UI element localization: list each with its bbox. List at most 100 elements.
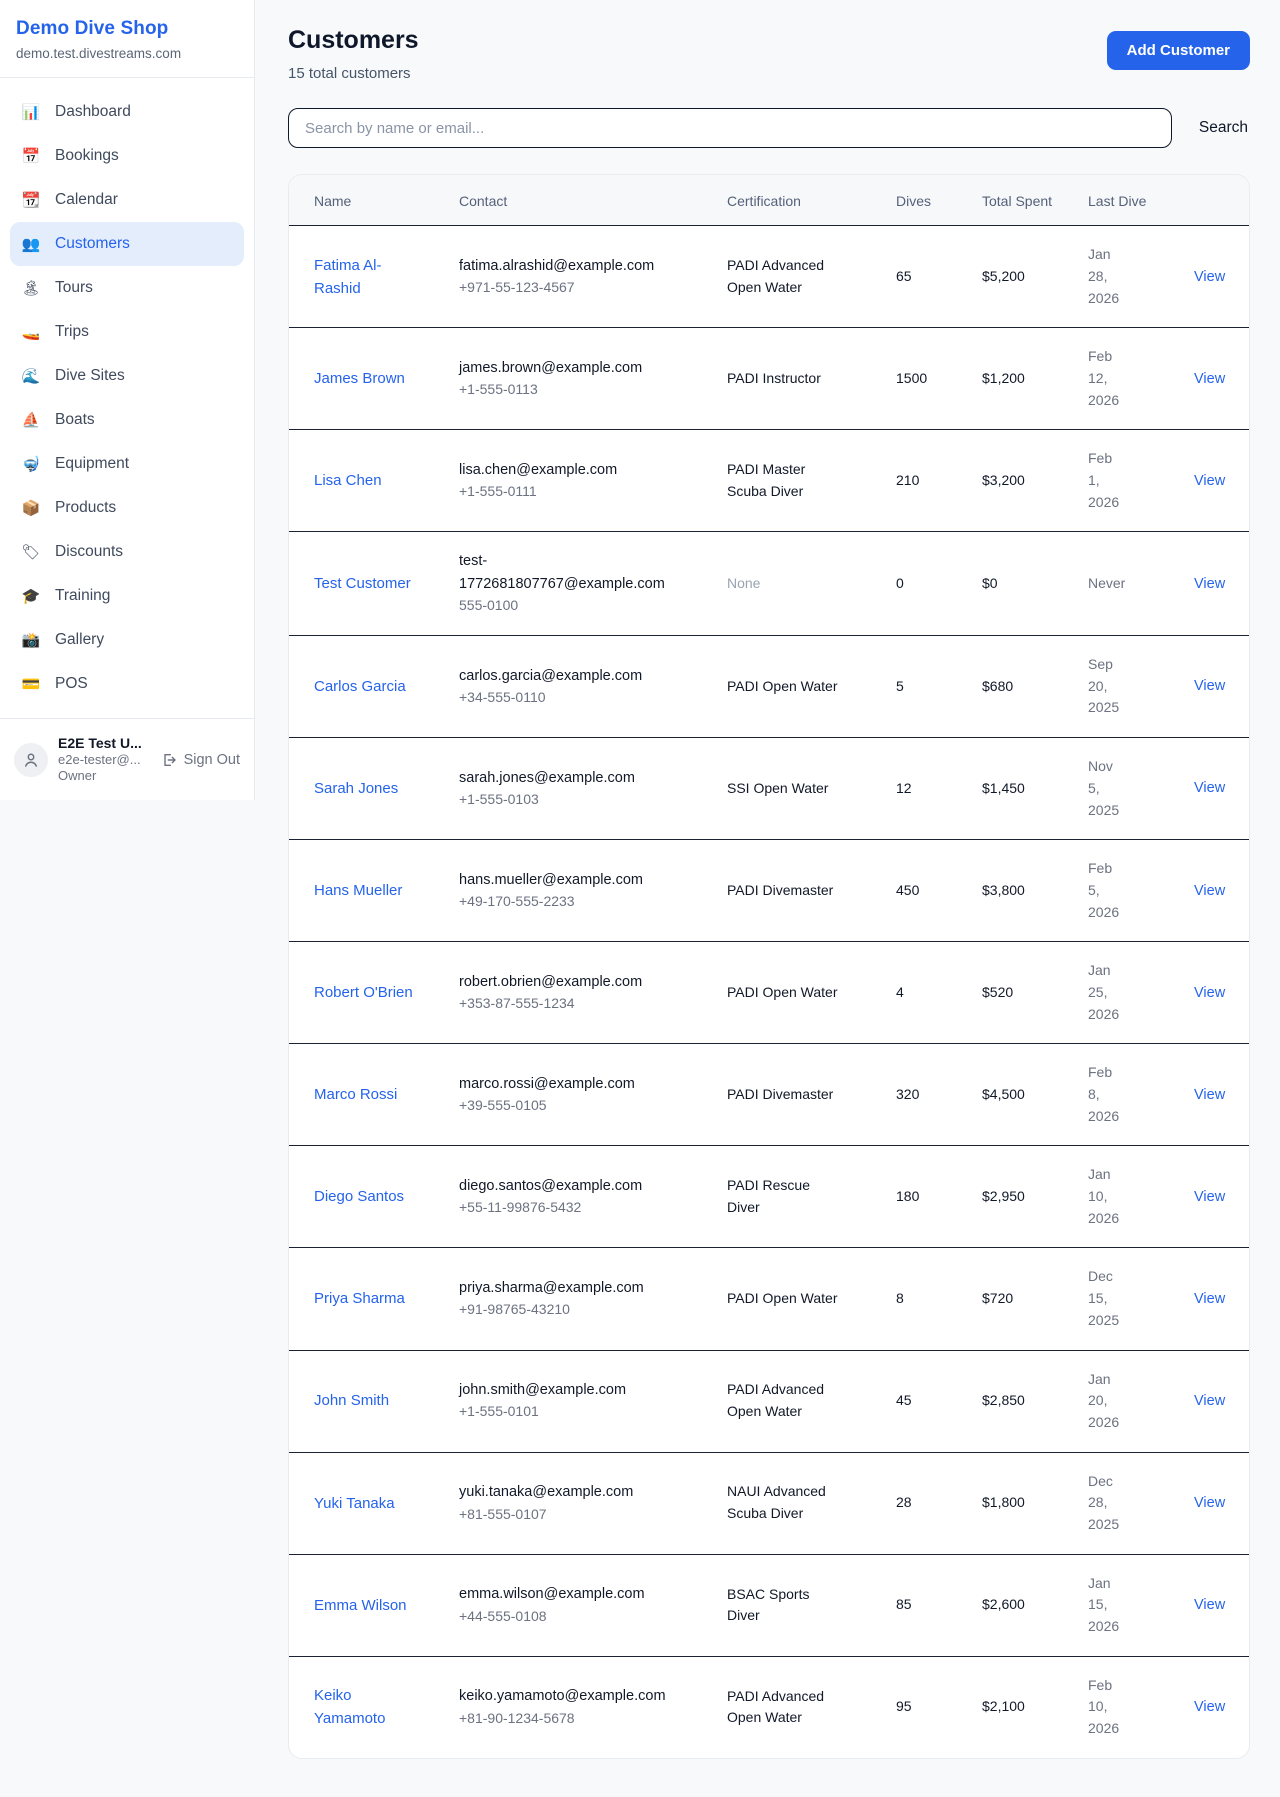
customer-total-spent: $2,100 <box>957 1678 1063 1736</box>
customer-last-dive: Jan 15, 2026 <box>1063 1555 1135 1656</box>
customer-phone: +49-170-555-2233 <box>459 891 694 913</box>
column-header-last-dive: Last Dive <box>1063 175 1169 225</box>
view-link[interactable]: View <box>1194 576 1225 592</box>
view-link[interactable]: View <box>1194 1495 1225 1511</box>
view-link[interactable]: View <box>1194 678 1225 694</box>
customer-phone: +81-90-1234-5678 <box>459 1708 694 1730</box>
customer-name-link[interactable]: Yuki Tanaka <box>314 1492 395 1515</box>
view-link[interactable]: View <box>1194 883 1225 899</box>
sidebar-item-dive-sites[interactable]: 🌊 Dive Sites <box>10 354 244 398</box>
table-row: James Brown james.brown@example.com +1-5… <box>289 328 1249 430</box>
customer-name-link[interactable]: Sarah Jones <box>314 777 398 800</box>
sidebar-item-customers[interactable]: 👥 Customers <box>10 222 244 266</box>
customer-email: priya.sharma@example.com <box>459 1277 677 1299</box>
table-row: Carlos Garcia carlos.garcia@example.com … <box>289 636 1249 738</box>
customer-phone: +39-555-0105 <box>459 1095 694 1117</box>
table-row: Yuki Tanaka yuki.tanaka@example.com +81-… <box>289 1453 1249 1555</box>
view-link[interactable]: View <box>1194 1393 1225 1409</box>
view-link[interactable]: View <box>1194 1087 1225 1103</box>
customer-name-link[interactable]: Carlos Garcia <box>314 675 406 698</box>
calendar-icon: 📅 <box>20 147 42 165</box>
customer-name-link[interactable]: John Smith <box>314 1389 389 1412</box>
view-link[interactable]: View <box>1194 1597 1225 1613</box>
customer-name-link[interactable]: Fatima Al-Rashid <box>314 254 418 301</box>
add-customer-button[interactable]: Add Customer <box>1107 31 1250 70</box>
sidebar-item-equipment[interactable]: 🤿 Equipment <box>10 442 244 486</box>
view-link[interactable]: View <box>1194 473 1225 489</box>
customer-total-spent: $3,200 <box>957 452 1063 510</box>
search-button[interactable]: Search <box>1197 113 1250 143</box>
customer-phone: +55-11-99876-5432 <box>459 1197 694 1219</box>
view-link[interactable]: View <box>1194 1291 1225 1307</box>
sidebar-item-tours[interactable]: 🏝 Tours <box>10 266 244 310</box>
table-row: Emma Wilson emma.wilson@example.com +44-… <box>289 1555 1249 1657</box>
view-link[interactable]: View <box>1194 780 1225 796</box>
customer-last-dive: Feb 10, 2026 <box>1063 1657 1135 1758</box>
customer-dives: 45 <box>871 1372 957 1430</box>
customer-dives: 4 <box>871 964 957 1022</box>
customer-last-dive: Jan 10, 2026 <box>1063 1146 1135 1247</box>
sidebar-item-calendar[interactable]: 📆 Calendar <box>10 178 244 222</box>
sign-out-icon <box>161 752 177 768</box>
customer-name-link[interactable]: Diego Santos <box>314 1185 404 1208</box>
shop-domain: demo.test.divestreams.com <box>16 46 238 61</box>
customer-name-link[interactable]: Priya Sharma <box>314 1287 405 1310</box>
sidebar-item-trips[interactable]: 🚤 Trips <box>10 310 244 354</box>
customer-last-dive: Feb 8, 2026 <box>1063 1044 1135 1145</box>
view-link[interactable]: View <box>1194 985 1225 1001</box>
customer-name-link[interactable]: Hans Mueller <box>314 879 402 902</box>
column-header-certification: Certification <box>702 175 871 225</box>
sidebar-item-bookings[interactable]: 📅 Bookings <box>10 134 244 178</box>
sidebar-item-label: Products <box>55 499 116 517</box>
view-link[interactable]: View <box>1194 269 1225 285</box>
customer-last-dive: Jan 25, 2026 <box>1063 942 1135 1043</box>
customer-phone: +1-555-0111 <box>459 481 694 503</box>
sidebar-item-products[interactable]: 📦 Products <box>10 486 244 530</box>
customer-name-link[interactable]: Robert O'Brien <box>314 981 413 1004</box>
customer-dives: 1500 <box>871 350 957 408</box>
view-link[interactable]: View <box>1194 1189 1225 1205</box>
customer-email: james.brown@example.com <box>459 357 677 379</box>
shop-header: Demo Dive Shop demo.test.divestreams.com <box>0 0 254 78</box>
customer-dives: 95 <box>871 1678 957 1736</box>
page-title: Customers <box>288 26 419 55</box>
customer-total-spent: $520 <box>957 964 1063 1022</box>
column-header-total-spent: Total Spent <box>957 175 1063 225</box>
table-row: Lisa Chen lisa.chen@example.com +1-555-0… <box>289 430 1249 532</box>
sidebar-item-boats[interactable]: ⛵ Boats <box>10 398 244 442</box>
column-header-name: Name <box>289 175 434 225</box>
speedboat-icon: 🚤 <box>20 323 42 341</box>
customer-dives: 450 <box>871 862 957 920</box>
customer-email: sarah.jones@example.com <box>459 767 677 789</box>
customer-name-link[interactable]: Marco Rossi <box>314 1083 397 1106</box>
customer-name-link[interactable]: Keiko Yamamoto <box>314 1684 418 1731</box>
customer-dives: 85 <box>871 1576 957 1634</box>
customer-name-link[interactable]: Lisa Chen <box>314 469 382 492</box>
sidebar-item-dashboard[interactable]: 📊 Dashboard <box>10 90 244 134</box>
table-row: Marco Rossi marco.rossi@example.com +39-… <box>289 1044 1249 1146</box>
view-link[interactable]: View <box>1194 1699 1225 1715</box>
customer-dives: 180 <box>871 1168 957 1226</box>
customer-last-dive: Jan 20, 2026 <box>1063 1351 1135 1452</box>
sidebar-item-discounts[interactable]: 🏷 Discounts <box>10 530 244 574</box>
sign-out-button[interactable]: Sign Out <box>161 752 240 768</box>
search-row: Search <box>288 108 1250 148</box>
search-input[interactable] <box>288 108 1172 148</box>
customer-email: emma.wilson@example.com <box>459 1583 677 1605</box>
tear-off-calendar-icon: 📆 <box>20 191 42 209</box>
customer-name-link[interactable]: Test Customer <box>314 572 411 595</box>
customer-certification: PADI Open Water <box>702 658 847 716</box>
sidebar-item-label: Discounts <box>55 543 123 561</box>
sidebar-item-label: Training <box>55 587 110 605</box>
customer-phone: +353-87-555-1234 <box>459 993 694 1015</box>
view-link[interactable]: View <box>1194 371 1225 387</box>
sidebar-item-pos[interactable]: 💳 POS <box>10 662 244 706</box>
table-row: Keiko Yamamoto keiko.yamamoto@example.co… <box>289 1657 1249 1758</box>
customer-name-link[interactable]: James Brown <box>314 367 405 390</box>
customer-name-link[interactable]: Emma Wilson <box>314 1594 407 1617</box>
sidebar-item-gallery[interactable]: 📸 Gallery <box>10 618 244 662</box>
sidebar-item-training[interactable]: 🎓 Training <box>10 574 244 618</box>
customer-email: test-1772681807767@example.com <box>459 550 677 595</box>
customer-last-dive: Nov 5, 2025 <box>1063 738 1135 839</box>
customer-phone: +971-55-123-4567 <box>459 277 694 299</box>
